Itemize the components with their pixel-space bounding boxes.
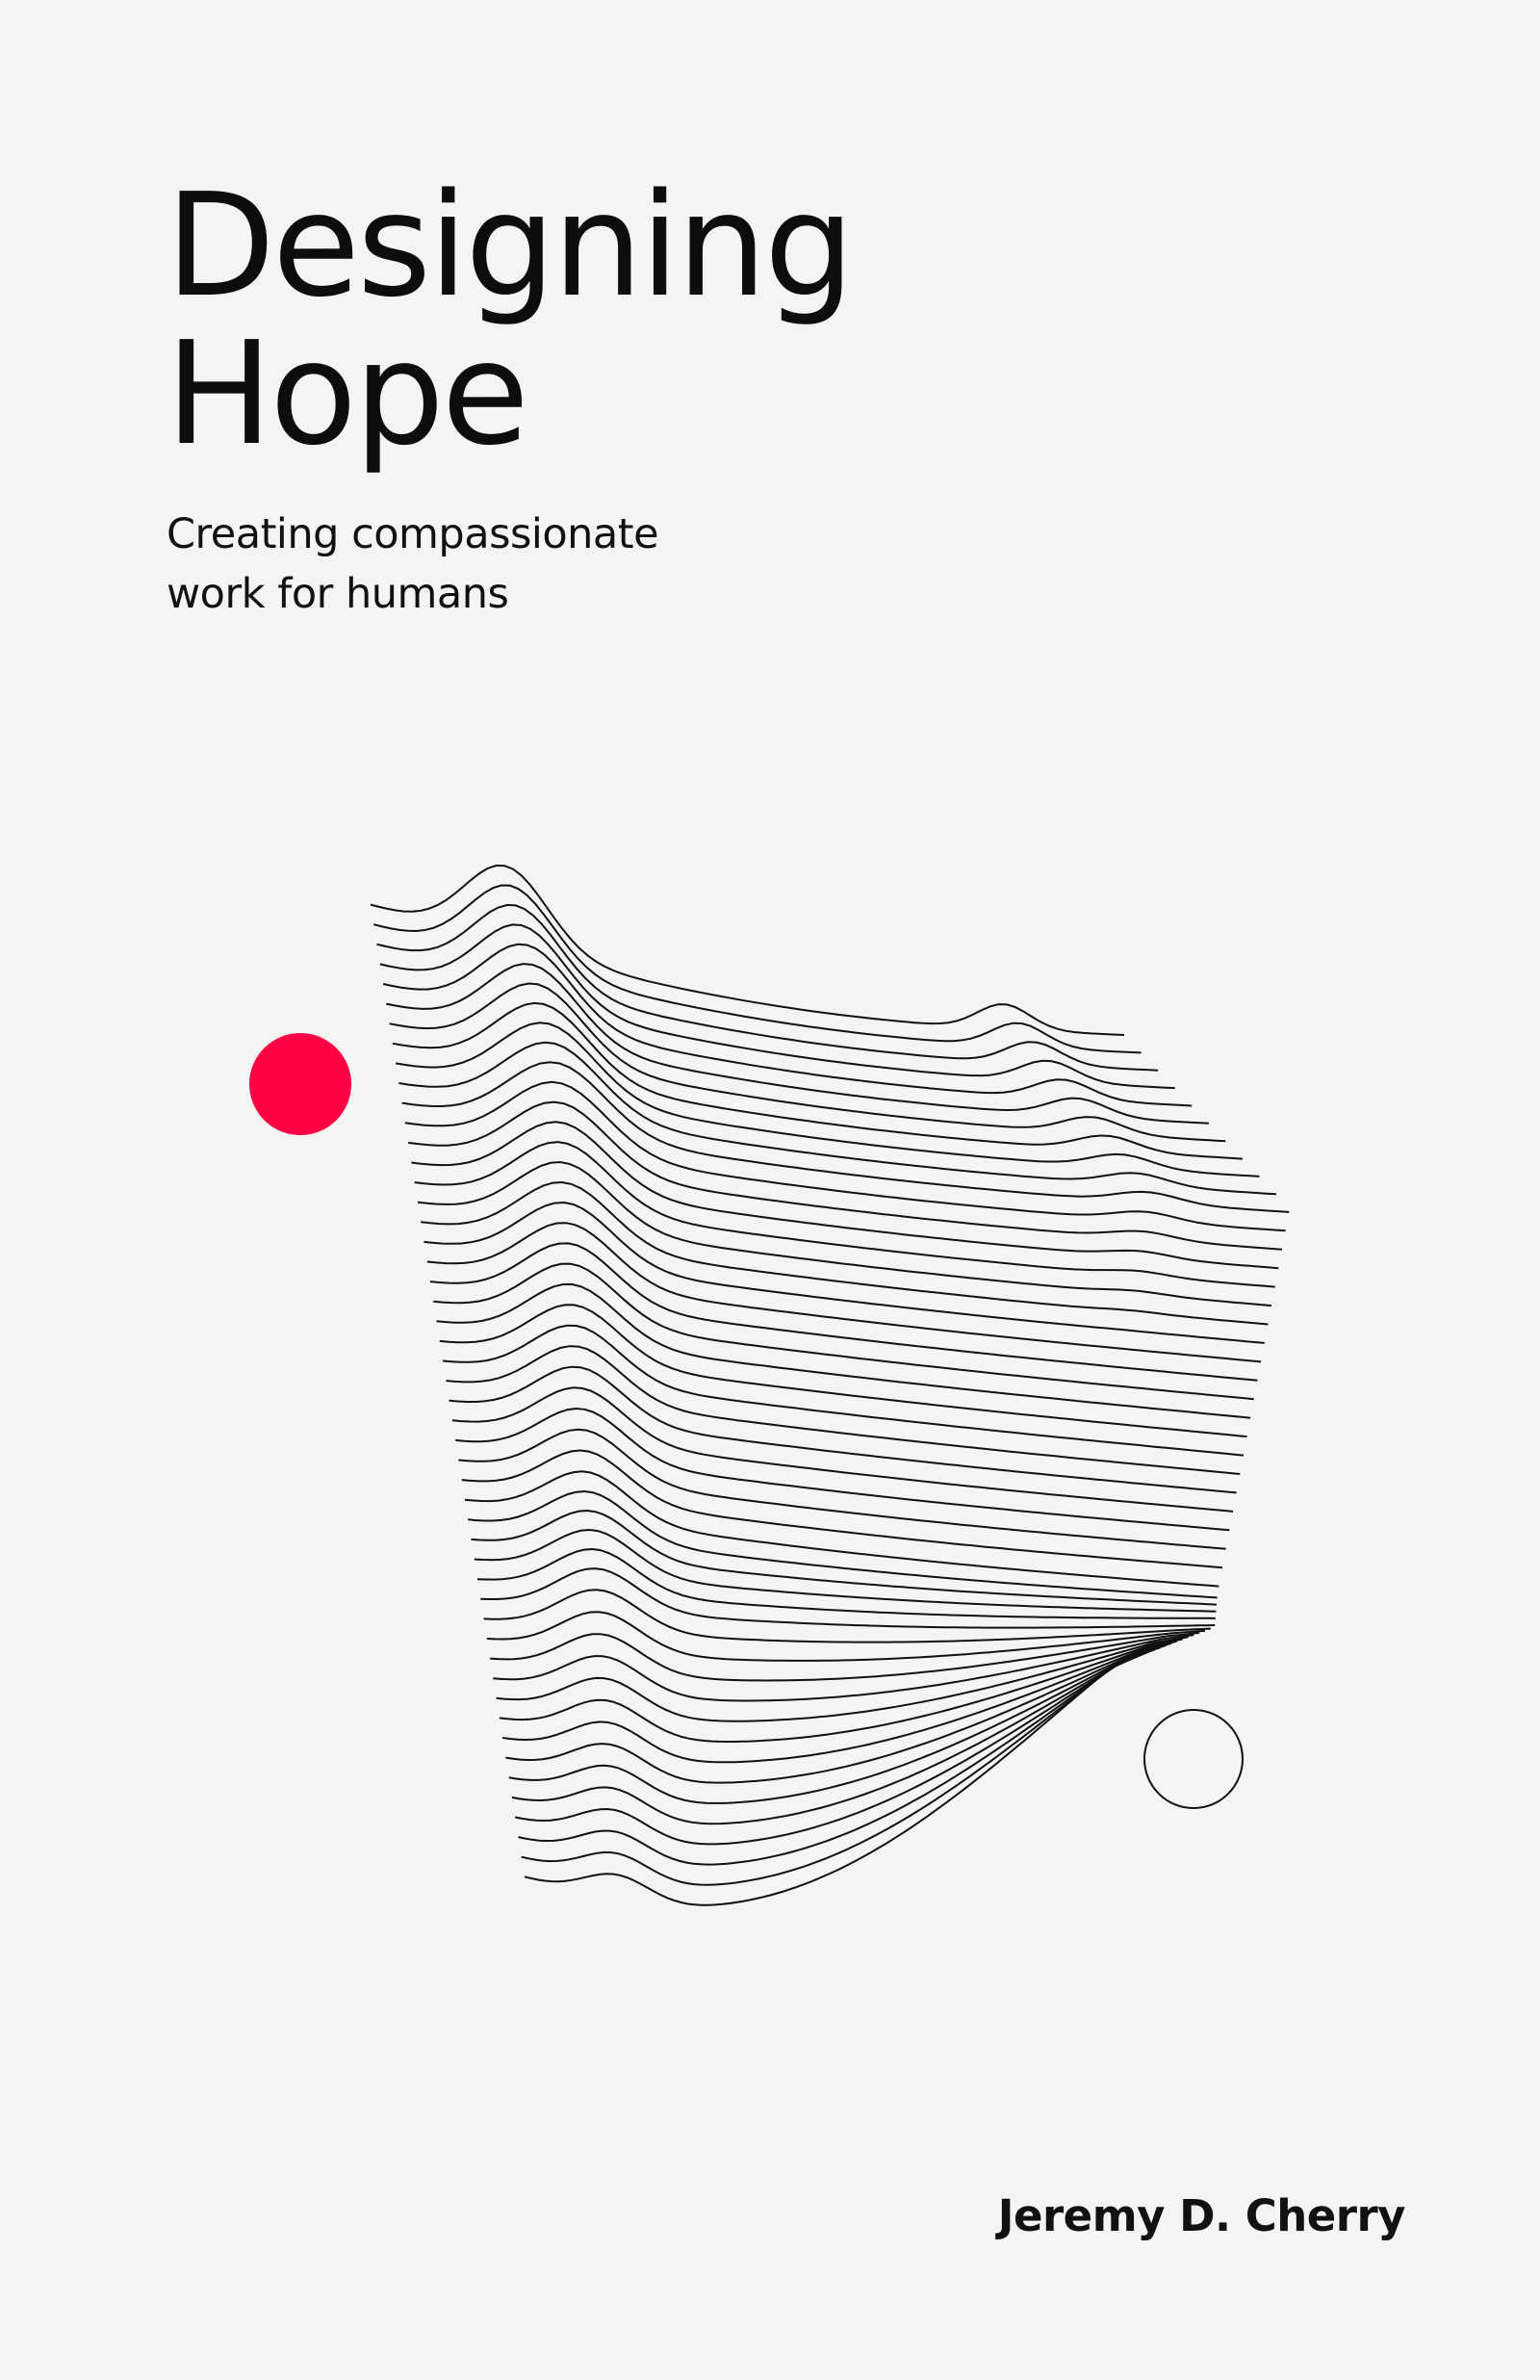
wave-line [417,1160,1272,1307]
wave-line [508,1644,1167,1804]
wave-line [461,1449,1223,1569]
wave-line [436,1283,1251,1419]
wave-line [505,1642,1172,1784]
wave-line [421,1180,1269,1326]
author-name: Jeremy D. Cherry [997,2190,1406,2241]
wave-line [464,1470,1219,1588]
outline-circle-icon [1143,1709,1244,1809]
wave-line [493,1634,1194,1702]
wave-line [382,943,1193,1107]
wave-line [439,1304,1247,1438]
book-cover: Designing Hope Creating compassionate wo… [0,0,1540,2380]
wave-line [424,1201,1265,1344]
wave-line [433,1262,1254,1401]
wave-line [414,1141,1275,1288]
wave-line [370,864,1125,1036]
wave-line [426,1222,1262,1363]
red-dot-icon [249,1033,351,1135]
wave-line-group [370,864,1290,1906]
wave-line [524,1655,1139,1906]
cover-illustration [249,864,1290,1906]
